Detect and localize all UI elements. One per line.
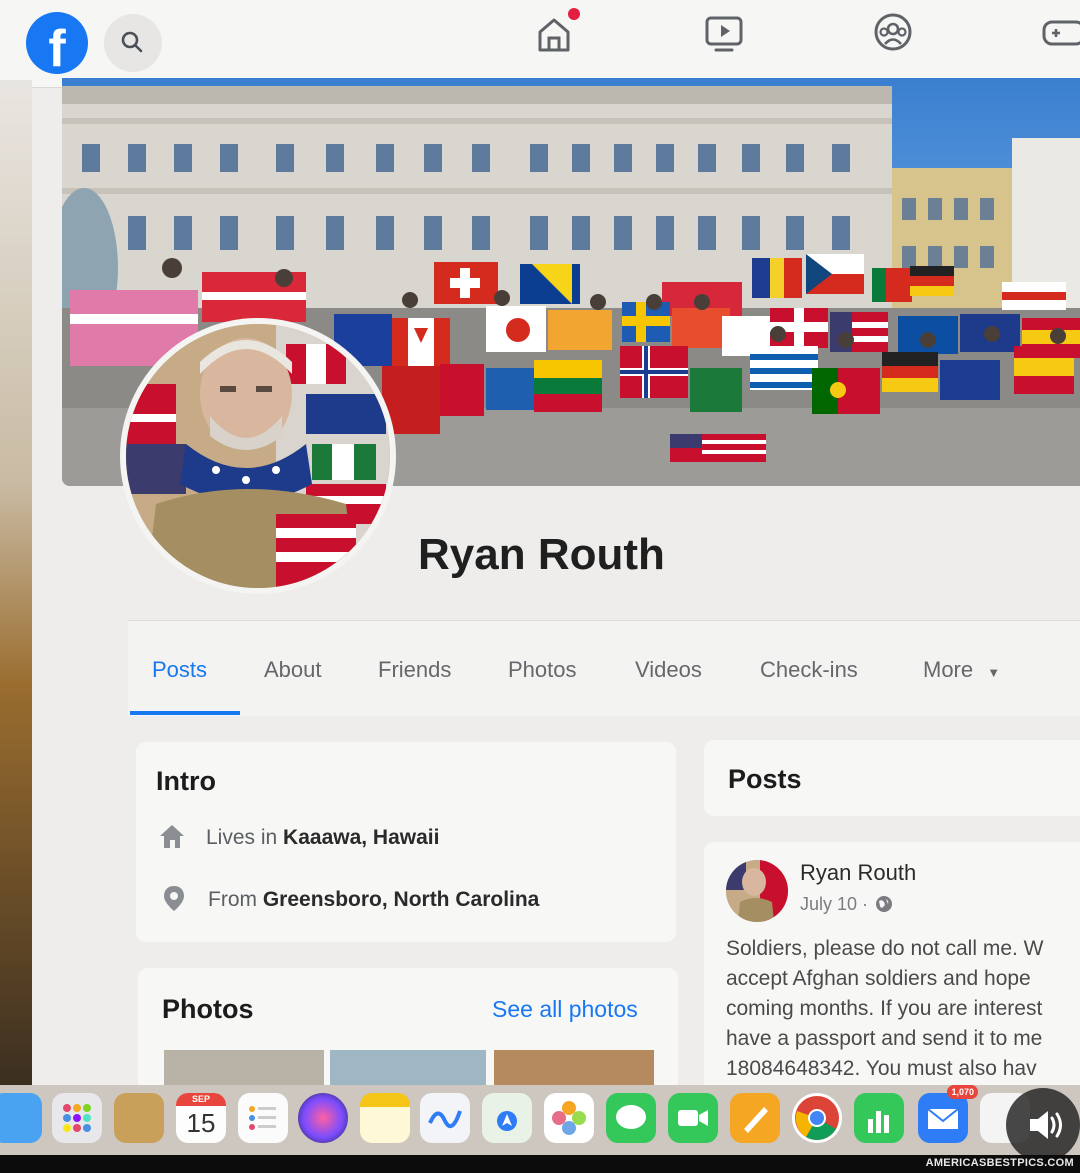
tab-more[interactable]: More ▼ (923, 657, 1000, 683)
home-notification-dot (568, 8, 580, 20)
photo-thumbnail[interactable] (494, 1050, 654, 1085)
intro-from-place[interactable]: Greensboro, North Carolina (263, 888, 540, 911)
siri-icon[interactable] (298, 1093, 348, 1143)
maps-glyph (497, 1111, 517, 1131)
location-pin-icon (164, 886, 184, 911)
mail-badge: 1,070 (947, 1085, 978, 1099)
post-text-line: 18084648342. You must also hav (726, 1057, 1037, 1080)
contacts-icon[interactable] (114, 1093, 164, 1143)
caret-down-icon: ▼ (987, 665, 1001, 680)
photos-app-icon[interactable] (544, 1093, 594, 1143)
profile-picture-image (126, 324, 390, 588)
speaker-icon (1030, 1111, 1062, 1139)
post-text: Soldiers, please do not call me. W accep… (726, 934, 1080, 1084)
tab-photos[interactable]: Photos (508, 657, 577, 683)
post-author[interactable]: Ryan Routh (800, 860, 916, 886)
post-text-line: coming months. If you are interest (726, 997, 1043, 1020)
facetime-icon[interactable] (668, 1093, 718, 1143)
intro-title: Intro (156, 766, 216, 796)
dock: SEP 15 1,070 (0, 1085, 1080, 1155)
notes-icon[interactable] (360, 1093, 410, 1143)
pages-pen (744, 1107, 768, 1133)
screen-edge (0, 80, 32, 1090)
tab-posts[interactable]: Posts (152, 657, 207, 683)
messages-icon[interactable] (606, 1093, 656, 1143)
launchpad-icon[interactable] (52, 1093, 102, 1143)
chrome-icon[interactable] (792, 1093, 842, 1143)
maps-icon[interactable] (482, 1093, 532, 1143)
reminders-icon[interactable] (238, 1093, 288, 1143)
reminders-list (249, 1106, 276, 1130)
intro-lives-in: Lives in Kaaawa, Hawaii (206, 826, 439, 850)
post-card: Ryan Routh July 10 · Soldiers, please do… (704, 842, 1080, 1085)
posts-header-card: Posts (704, 740, 1080, 816)
home-icon (160, 825, 184, 848)
profile-tabs: Posts About Friends Photos Videos Check-… (128, 620, 1080, 716)
post-text-line: accept Afghan soldiers and hope (726, 967, 1031, 990)
intro-from-label: From (208, 888, 263, 911)
active-tab-indicator (130, 711, 240, 715)
search-button[interactable] (104, 14, 162, 72)
tab-check-ins[interactable]: Check-ins (760, 657, 858, 683)
photos-title: Photos (162, 994, 254, 1024)
tab-videos[interactable]: Videos (635, 657, 702, 683)
photos-flower (552, 1101, 586, 1135)
post-avatar-image (726, 860, 788, 922)
chrome-logo (795, 1096, 839, 1140)
numbers-icon[interactable] (854, 1093, 904, 1143)
post-text-line: have a passport and send it to me (726, 1027, 1043, 1050)
watermark: AMERICASBESTPICS.COM (925, 1157, 1074, 1169)
posts-title: Posts (728, 764, 802, 794)
finder-icon[interactable] (0, 1093, 42, 1143)
intro-lives-in-label: Lives in (206, 826, 284, 849)
freeform-squiggle (428, 1110, 462, 1129)
photos-card: Photos See all photos (138, 968, 678, 1085)
messages-bubble (616, 1105, 646, 1129)
facebook-logo[interactable]: f (26, 12, 88, 74)
top-navigation: f (0, 0, 1080, 88)
tab-friends[interactable]: Friends (378, 657, 451, 683)
calendar-day: 15 (186, 1108, 216, 1138)
volume-button[interactable] (1006, 1088, 1080, 1162)
see-all-photos-link[interactable]: See all photos (492, 996, 638, 1023)
gaming-icon[interactable] (1040, 12, 1080, 56)
calendar-icon[interactable]: SEP 15 (176, 1093, 226, 1143)
tab-about[interactable]: About (264, 657, 322, 683)
freeform-icon[interactable] (420, 1093, 470, 1143)
intro-card: Intro Lives in Kaaawa, Hawaii From Green… (136, 742, 676, 942)
post-text-line: Soldiers, please do not call me. W (726, 937, 1044, 960)
calendar-month: SEP (176, 1093, 226, 1106)
bottom-bar (0, 1155, 1080, 1173)
post-date-text[interactable]: July 10 · (800, 894, 868, 914)
intro-lives-in-place[interactable]: Kaaawa, Hawaii (283, 826, 439, 849)
browser-screen: f Ryan Routh Posts About Friends Photos … (0, 0, 1080, 1085)
profile-picture[interactable] (120, 318, 396, 594)
groups-icon[interactable] (871, 12, 915, 56)
launchpad-grid (63, 1104, 91, 1132)
post-date: July 10 · (800, 894, 893, 915)
intro-from: From Greensboro, North Carolina (208, 888, 539, 912)
globe-icon (876, 896, 893, 912)
mail-icon[interactable]: 1,070 (918, 1085, 978, 1143)
tab-more-label: More (923, 657, 974, 682)
photo-thumbnail[interactable] (330, 1050, 486, 1085)
profile-name: Ryan Routh (418, 530, 665, 579)
video-icon[interactable] (702, 12, 746, 56)
numbers-bars (868, 1111, 889, 1133)
pages-icon[interactable] (730, 1093, 780, 1143)
mail-envelope (927, 1108, 959, 1129)
search-icon (121, 31, 143, 53)
post-avatar[interactable] (726, 860, 788, 922)
facebook-logo-letter: f (48, 20, 66, 74)
photo-thumbnail[interactable] (164, 1050, 324, 1085)
facetime-camera (678, 1110, 708, 1126)
